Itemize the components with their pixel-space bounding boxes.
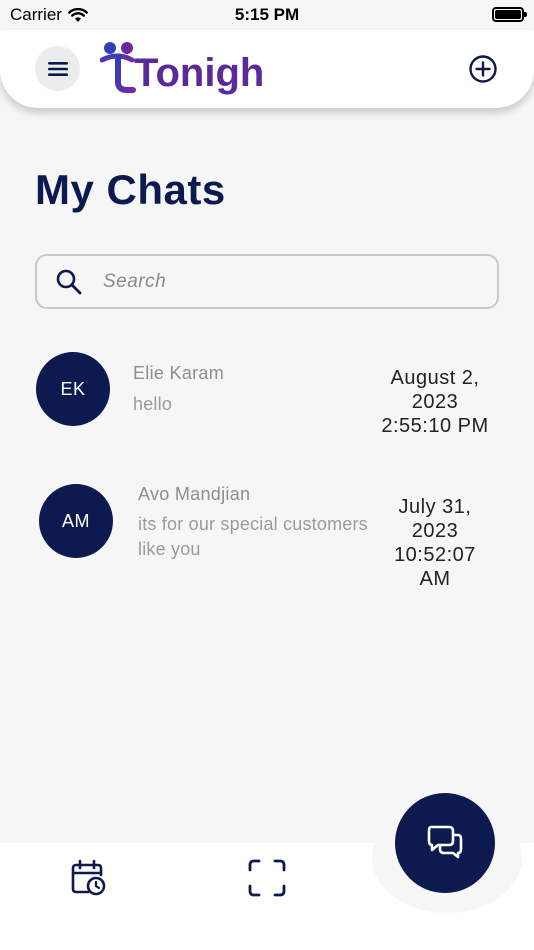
scan-frame-icon[interactable] bbox=[247, 858, 287, 898]
chat-date-line: 2023 bbox=[411, 520, 459, 542]
search-icon bbox=[56, 269, 82, 295]
page-title: My Chats bbox=[35, 166, 226, 213]
battery-icon bbox=[492, 7, 527, 22]
chat-date-line: 10:52:07 bbox=[394, 544, 476, 566]
chats-fab-button[interactable] bbox=[395, 793, 495, 893]
hamburger-menu-icon bbox=[47, 61, 68, 76]
chat-date-line: July 31, bbox=[398, 496, 472, 518]
tonight-logo: Tonight bbox=[100, 42, 262, 95]
chat-list-item[interactable]: AM Avo Mandjian its for our special cust… bbox=[0, 484, 534, 594]
logo-text: Tonight bbox=[134, 51, 262, 95]
status-time: 5:15 PM bbox=[234, 5, 300, 24]
chat-date-line: 2:55:10 PM bbox=[381, 415, 489, 437]
chat-date-line: August 2, bbox=[390, 367, 480, 389]
chat-list-item[interactable]: EK Elie Karam hello August 2, 2023 2:55:… bbox=[0, 352, 534, 442]
menu-button[interactable] bbox=[35, 46, 80, 91]
chat-timestamp: August 2, 2023 2:55:10 PM bbox=[372, 366, 498, 438]
chat-contact-name: Elie Karam bbox=[133, 363, 225, 383]
avatar: EK bbox=[36, 352, 110, 426]
status-bar: Carrier 5:15 PM bbox=[0, 0, 534, 30]
app-header: Tonight bbox=[0, 30, 534, 108]
chat-bubbles-icon bbox=[427, 825, 463, 859]
chat-last-message: hello bbox=[133, 394, 173, 414]
calendar-clock-icon[interactable] bbox=[68, 858, 108, 898]
avatar-initials: AM bbox=[62, 510, 90, 531]
avatar-initials: EK bbox=[60, 378, 86, 399]
search-input[interactable] bbox=[103, 266, 483, 298]
search-bar[interactable] bbox=[35, 254, 499, 309]
chat-date-line: AM bbox=[419, 568, 451, 590]
chat-message-line: its for our special customers bbox=[138, 514, 368, 534]
plus-circle-icon[interactable] bbox=[468, 54, 498, 84]
avatar: AM bbox=[39, 484, 113, 558]
chat-date-line: 2023 bbox=[411, 391, 459, 413]
chat-contact-name: Avo Mandjian bbox=[138, 484, 251, 504]
chat-last-message: its for our special customers like you bbox=[138, 512, 368, 562]
chat-timestamp: July 31, 2023 10:52:07 AM bbox=[380, 495, 490, 591]
chat-message-line: like you bbox=[138, 539, 201, 559]
